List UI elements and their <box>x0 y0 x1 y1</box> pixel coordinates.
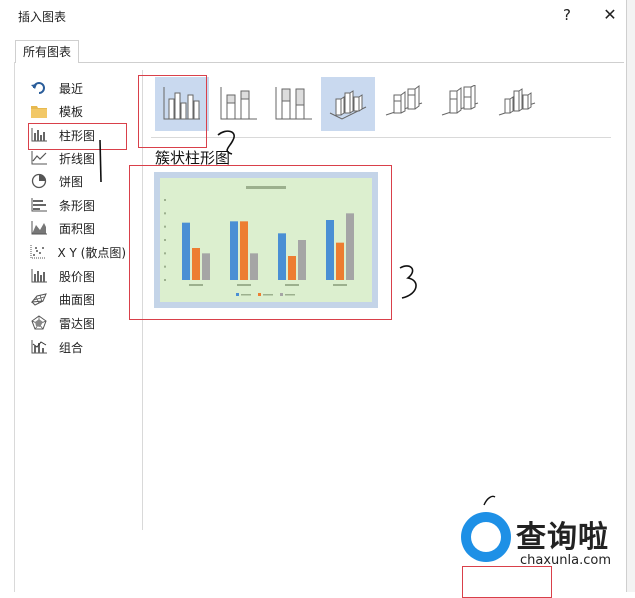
watermark-brand: 查询啦 <box>516 520 609 555</box>
watermark-url: chaxunla.com <box>520 553 611 568</box>
handwritten-mark-1 <box>99 139 102 183</box>
handwriting-layer <box>99 130 496 506</box>
handwritten-mark-2 <box>217 130 235 155</box>
handwritten-mark-4 <box>483 495 496 506</box>
watermark-logo-inner <box>471 522 501 552</box>
handwritten-mark-3 <box>399 265 417 299</box>
